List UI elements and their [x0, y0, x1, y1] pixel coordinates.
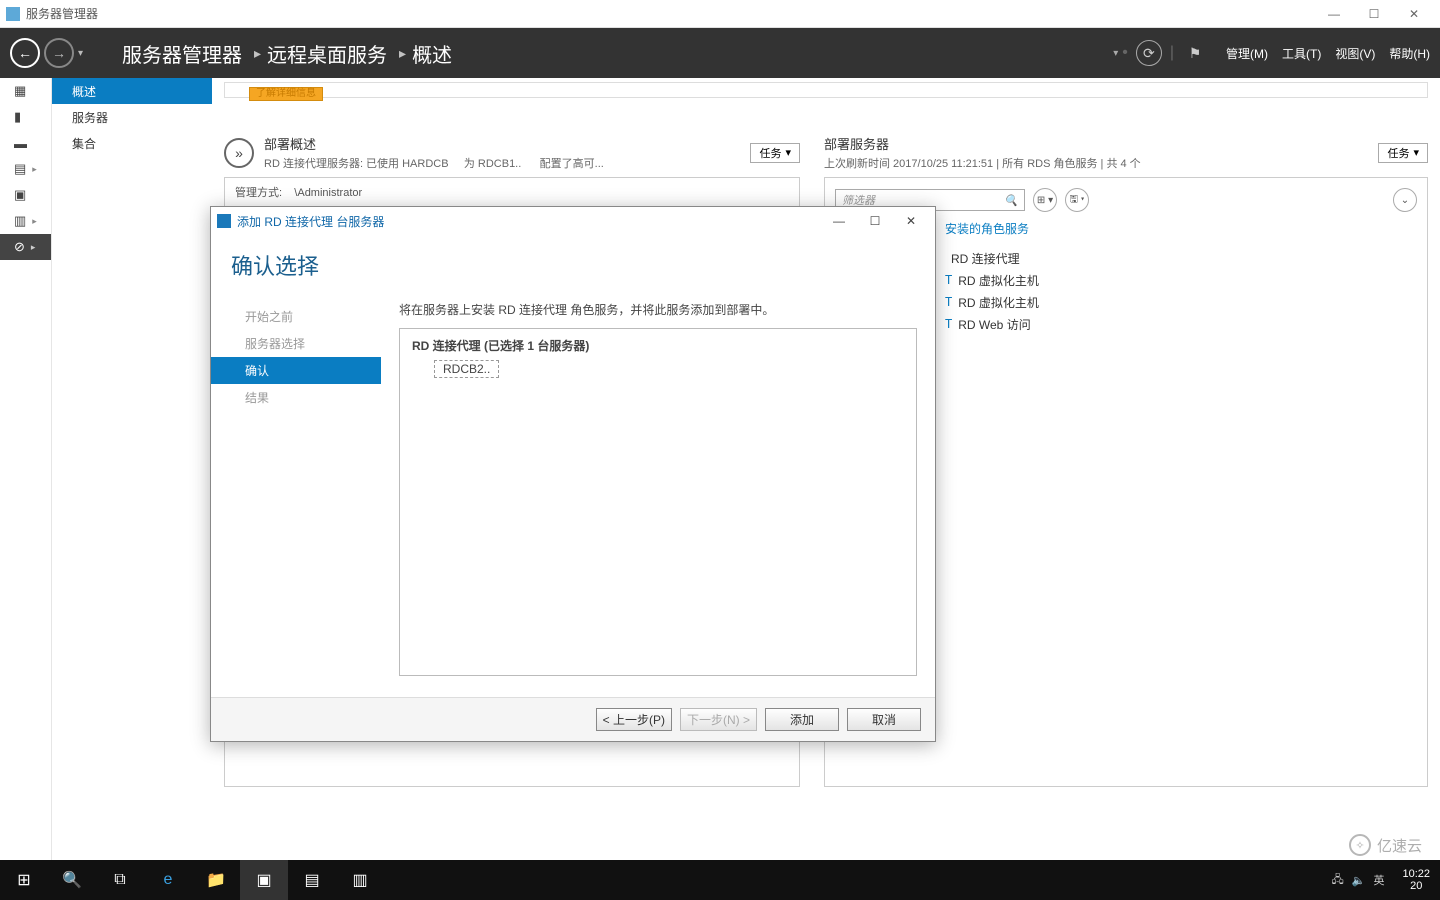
iconstrip-local-icon[interactable]: ▮: [0, 104, 51, 130]
minimize-button[interactable]: —: [1314, 1, 1354, 27]
list-item: TRD 虚拟化主机: [945, 269, 1417, 291]
wizard-next-button: 下一步(N) >: [680, 708, 757, 731]
iconstrip-iis-icon[interactable]: ▣: [0, 182, 51, 208]
deploy-overview-sub: RD 连接代理服务器: 已使用 HARDCB 为 RDCB1.. 配置了高可..…: [264, 155, 604, 171]
tasks-dropdown-2[interactable]: 任务 ▾: [1378, 143, 1428, 163]
menu-view[interactable]: 视图(V): [1335, 45, 1375, 62]
wizard-description: 将在服务器上安装 RD 连接代理 角色服务，并将此服务添加到部署中。: [399, 301, 917, 318]
window-title: 服务器管理器: [26, 5, 98, 22]
wizard-minimize-button[interactable]: —: [821, 210, 857, 232]
maximize-button[interactable]: ☐: [1354, 1, 1394, 27]
manage-label: 管理方式:: [235, 187, 282, 199]
app2-task[interactable]: ▤: [288, 860, 336, 900]
app3-task[interactable]: ▥: [336, 860, 384, 900]
volume-icon[interactable]: 🔈: [1352, 874, 1366, 887]
forward-button[interactable]: →: [44, 38, 74, 68]
network-icon[interactable]: 🖧: [1332, 871, 1344, 890]
nav-servers[interactable]: 服务器: [52, 104, 212, 130]
taskview-button[interactable]: ⧉: [96, 860, 144, 900]
nav-collections[interactable]: 集合: [52, 130, 212, 156]
breadcrumb-root[interactable]: 服务器管理器: [122, 39, 242, 68]
menu-manage[interactable]: 管理(M): [1226, 45, 1268, 62]
wizard-box-header: RD 连接代理 (已选择 1 台服务器): [412, 337, 904, 354]
nav-overview[interactable]: 概述: [52, 78, 212, 104]
ie-button[interactable]: e: [144, 860, 192, 900]
wizard-maximize-button[interactable]: ☐: [857, 210, 893, 232]
wizard-heading: 确认选择: [211, 235, 935, 301]
roles-header: 安装的角色服务: [945, 220, 1417, 237]
close-button[interactable]: ✕: [1394, 1, 1434, 27]
menu-help[interactable]: 帮助(H): [1389, 45, 1430, 62]
add-rdcb-wizard: 添加 RD 连接代理 台服务器 — ☐ ✕ 确认选择 开始之前 服务器选择 确认…: [210, 206, 936, 742]
save-dropdown[interactable]: 🖫 ▾: [1065, 188, 1089, 212]
search-button[interactable]: 🔍: [48, 860, 96, 900]
wizard-selection-box: RD 连接代理 (已选择 1 台服务器) RDCB2..: [399, 328, 917, 676]
menu-tools[interactable]: 工具(T): [1282, 45, 1321, 62]
start-button[interactable]: ⊞: [0, 860, 48, 900]
iconstrip-file-icon[interactable]: ▤▸: [0, 156, 51, 182]
nav-history-dropdown[interactable]: ▾: [78, 48, 92, 59]
manage-value: \Administrator: [294, 187, 362, 199]
list-item: TRD 虚拟化主机: [945, 291, 1417, 313]
server-manager-task[interactable]: ▣: [240, 860, 288, 900]
expand-toggle[interactable]: ⌄: [1393, 188, 1417, 212]
iconstrip-dashboard-icon[interactable]: ▦: [0, 78, 51, 104]
ime-indicator[interactable]: 英: [1373, 872, 1384, 888]
wizard-selected-server: RDCB2..: [434, 360, 499, 378]
wizard-cancel-button[interactable]: 取消: [847, 708, 921, 731]
breadcrumb-sep: ▸: [399, 45, 406, 62]
explorer-button[interactable]: 📁: [192, 860, 240, 900]
deploy-overview-icon: »: [224, 138, 254, 168]
wizard-add-button[interactable]: 添加: [765, 708, 839, 731]
tray[interactable]: 🖧 🔈 英: [1332, 871, 1393, 890]
deploy-servers-title: 部署服务器: [824, 134, 1141, 153]
refresh-icon[interactable]: ⟳: [1136, 40, 1162, 66]
deploy-overview-title: 部署概述: [264, 134, 604, 153]
flag-icon[interactable]: ⚑: [1182, 40, 1208, 66]
wizard-step-before[interactable]: 开始之前: [211, 303, 381, 330]
wizard-icon: [217, 214, 231, 228]
tasks-dropdown[interactable]: 任务 ▾: [750, 143, 800, 163]
wizard-window-title: 添加 RD 连接代理 台服务器: [237, 213, 384, 230]
roles-list: RD 连接代理 TRD 虚拟化主机 TRD 虚拟化主机 TRD Web 访问: [945, 247, 1417, 335]
iconstrip-all-icon[interactable]: ▬: [0, 130, 51, 156]
back-button[interactable]: ←: [10, 38, 40, 68]
wizard-step-confirm[interactable]: 确认: [211, 357, 381, 384]
wizard-prev-button[interactable]: < 上一步(P): [596, 708, 672, 731]
info-banner: 了解详细信息: [224, 82, 1428, 98]
wizard-close-button[interactable]: ✕: [893, 210, 929, 232]
search-icon: 🔍: [1004, 194, 1018, 207]
list-item: TRD Web 访问: [945, 313, 1417, 335]
detail-link[interactable]: 了解详细信息: [249, 87, 323, 101]
watermark: ✧亿速云: [1349, 834, 1422, 856]
app-icon: [6, 7, 20, 21]
breadcrumb-page[interactable]: 概述: [412, 39, 452, 68]
breadcrumb-sep: ▸: [254, 45, 261, 62]
taskbar: ⊞ 🔍 ⧉ e 📁 ▣ ▤ ▥ 🖧 🔈 英 10:22 20: [0, 860, 1440, 900]
iconstrip-hyperv-icon[interactable]: ▥▸: [0, 208, 51, 234]
list-item: RD 连接代理: [945, 247, 1417, 269]
clock[interactable]: 10:22 20: [1392, 868, 1440, 892]
category-dropdown[interactable]: ⊞ ▾: [1033, 188, 1057, 212]
wizard-step-select[interactable]: 服务器选择: [211, 330, 381, 357]
deploy-servers-refresh: 上次刷新时间 2017/10/25 11:21:51 | 所有 RDS 角色服务…: [824, 155, 1141, 171]
wizard-step-result: 结果: [211, 384, 381, 411]
iconstrip-rds-icon[interactable]: ⊘▸: [0, 234, 51, 260]
breadcrumb-section[interactable]: 远程桌面服务: [267, 39, 387, 68]
